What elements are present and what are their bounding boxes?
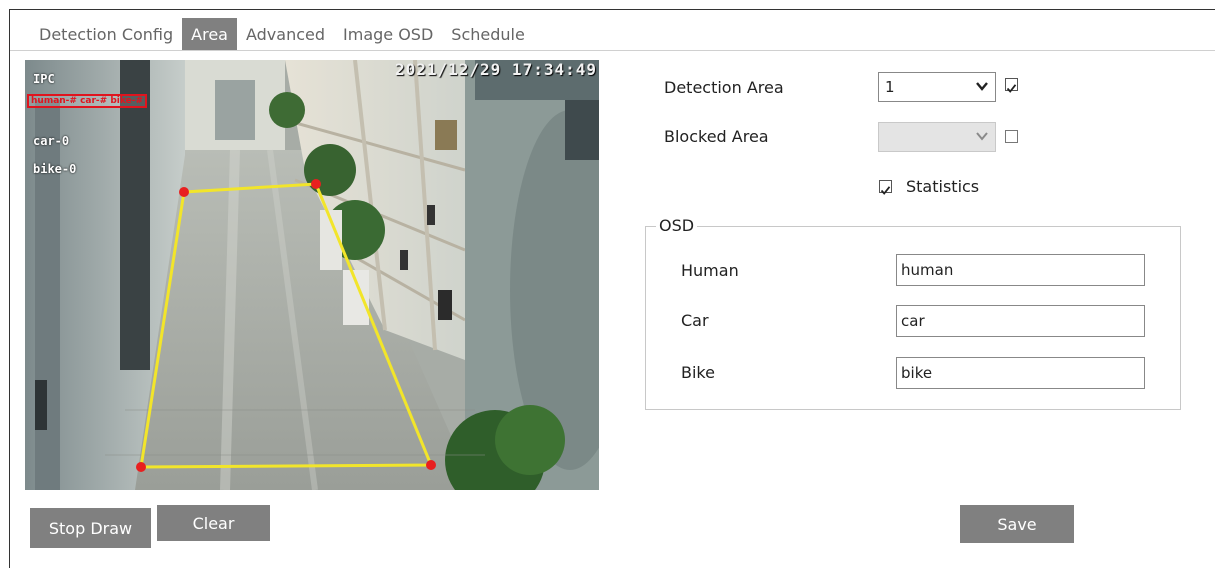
stop-draw-button[interactable]: Stop Draw — [30, 508, 151, 548]
video-preview[interactable]: IPC human-# car-# bike-# car-0 bike-0 20… — [25, 60, 599, 490]
osd-human-input[interactable]: human — [896, 254, 1145, 286]
save-button[interactable]: Save — [960, 505, 1074, 543]
blocked-area-select[interactable] — [878, 122, 996, 152]
tab-bar: Detection Config Area Advanced Image OSD… — [30, 18, 534, 50]
statistics-checkbox[interactable] — [879, 180, 892, 195]
area-vertex — [311, 179, 321, 189]
area-vertex — [179, 187, 189, 197]
bike-count-overlay: bike-0 — [33, 162, 77, 176]
tab-advanced[interactable]: Advanced — [237, 18, 334, 50]
osd-bike-input[interactable]: bike — [896, 357, 1145, 389]
timestamp-overlay: 2021/12/29 17:34:49 — [394, 60, 597, 79]
detection-area-checkbox[interactable] — [1005, 78, 1018, 93]
check-icon — [880, 186, 891, 195]
detection-area-value: 1 — [885, 78, 895, 96]
tab-image-osd[interactable]: Image OSD — [334, 18, 442, 50]
camera-scene — [25, 60, 599, 490]
detection-area-select[interactable]: 1 — [878, 72, 996, 102]
detection-area-label: Detection Area — [664, 78, 784, 97]
clear-button[interactable]: Clear — [157, 505, 270, 541]
area-vertex — [426, 460, 436, 470]
area-vertex — [136, 462, 146, 472]
chevron-down-icon — [976, 132, 988, 141]
statistics-label: Statistics — [906, 177, 980, 196]
tab-area[interactable]: Area — [182, 18, 237, 50]
osd-legend: OSD — [656, 216, 698, 235]
blocked-area-checkbox[interactable] — [1005, 130, 1018, 143]
count-box-overlay: human-# car-# bike-# — [27, 94, 147, 108]
osd-car-label: Car — [681, 311, 709, 330]
tab-divider — [10, 50, 1215, 51]
camera-name-overlay: IPC — [33, 72, 55, 86]
check-icon — [1006, 84, 1017, 93]
osd-human-label: Human — [681, 261, 739, 280]
osd-car-input[interactable]: car — [896, 305, 1145, 337]
car-count-overlay: car-0 — [33, 134, 70, 148]
blocked-area-label: Blocked Area — [664, 127, 769, 146]
chevron-down-icon — [976, 82, 988, 91]
tab-schedule[interactable]: Schedule — [442, 18, 534, 50]
osd-bike-label: Bike — [681, 363, 715, 382]
tab-detection-config[interactable]: Detection Config — [30, 18, 182, 50]
